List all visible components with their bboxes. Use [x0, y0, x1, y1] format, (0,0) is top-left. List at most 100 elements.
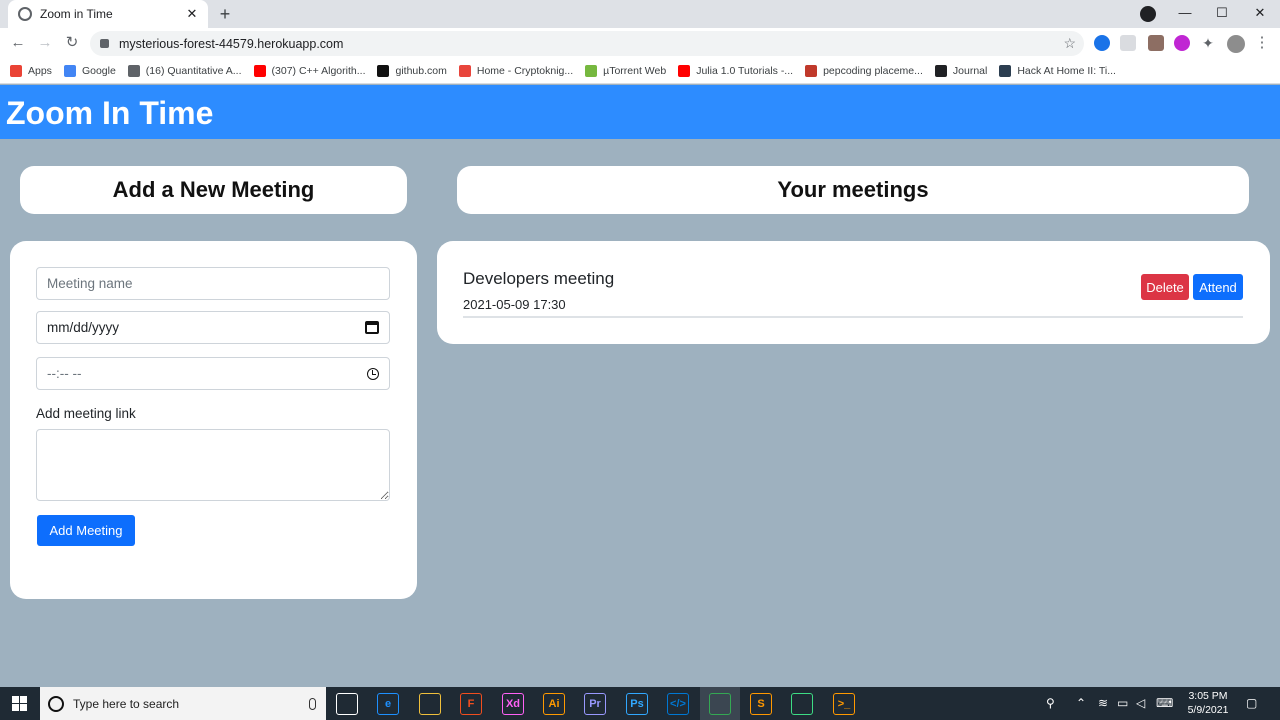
- illustrator-icon[interactable]: Ai: [543, 693, 565, 715]
- extension-icon[interactable]: [1094, 35, 1110, 51]
- premiere-icon[interactable]: Pr: [584, 693, 606, 715]
- bookmark-label: github.com: [395, 64, 447, 77]
- clock-date: 5/9/2021: [1187, 704, 1229, 716]
- bookmark-label: Home - Cryptoknig...: [476, 64, 574, 77]
- bookmark-icon: [678, 64, 691, 77]
- meeting-divider: [463, 316, 1243, 318]
- bookmark-item[interactable]: Google: [63, 64, 116, 77]
- extension-icon[interactable]: [1120, 35, 1136, 51]
- globe-icon: [18, 7, 32, 21]
- lock-icon: [100, 39, 109, 48]
- bookmark-label: Julia 1.0 Tutorials -...: [696, 64, 794, 77]
- bookmark-icon: [63, 64, 76, 77]
- add-meeting-button[interactable]: Add Meeting: [37, 515, 135, 546]
- extension-icon[interactable]: [1148, 35, 1164, 51]
- maximize-button[interactable]: ☐: [1203, 0, 1241, 28]
- chrome-icon[interactable]: [709, 693, 731, 715]
- bookmark-label: (16) Quantitative A...: [145, 64, 242, 77]
- meeting-time-field[interactable]: --:-- --: [36, 357, 390, 390]
- taskbar-search-text[interactable]: Type here to search: [73, 697, 309, 711]
- browser-tab-strip: Zoom in Time ✕ + — ☐ ✕: [0, 0, 1280, 28]
- clock-icon[interactable]: [367, 367, 379, 380]
- windows-start-icon[interactable]: [12, 696, 27, 711]
- reload-icon[interactable]: ↻: [62, 33, 82, 53]
- figma-icon[interactable]: F: [460, 693, 482, 715]
- delete-meeting-button[interactable]: Delete: [1141, 274, 1189, 300]
- task-view-icon[interactable]: [336, 693, 358, 715]
- battery-icon[interactable]: ▭: [1117, 696, 1128, 710]
- terminal-icon[interactable]: >_: [833, 693, 855, 715]
- puzzle-icon[interactable]: ✦: [1198, 33, 1218, 53]
- bookmark-item[interactable]: Julia 1.0 Tutorials -...: [678, 64, 794, 77]
- meeting-link-label: Add meeting link: [36, 406, 136, 421]
- attend-meeting-button[interactable]: Attend: [1193, 274, 1243, 300]
- meeting-time-value: --:-- --: [47, 366, 82, 381]
- bookmark-item[interactable]: (307) C++ Algorith...: [253, 64, 366, 77]
- extension-icon[interactable]: [1174, 35, 1190, 51]
- file-explorer-icon[interactable]: [419, 693, 441, 715]
- window-close-button[interactable]: ✕: [1241, 0, 1279, 28]
- adobe-xd-icon[interactable]: Xd: [502, 693, 524, 715]
- bookmark-icon: [377, 64, 390, 77]
- bookmark-star-icon[interactable]: ☆: [1063, 35, 1076, 52]
- meeting-datetime: 2021-05-09 17:30: [463, 297, 566, 312]
- browser-toolbar: ← → ↻ mysterious-forest-44579.herokuapp.…: [0, 28, 1280, 58]
- meeting-link-input[interactable]: [36, 429, 390, 501]
- meeting-name: Developers meeting: [463, 269, 615, 288]
- bookmark-icon: [999, 64, 1012, 77]
- microphone-icon[interactable]: [309, 697, 316, 710]
- meeting-date-value: mm/dd/yyyy: [47, 320, 120, 335]
- bookmark-label: Google: [81, 64, 116, 77]
- people-icon[interactable]: ⚲: [1046, 696, 1055, 710]
- bookmark-label: (307) C++ Algorith...: [271, 64, 366, 77]
- bookmark-item[interactable]: µTorrent Web: [585, 64, 667, 77]
- bookmark-item[interactable]: Apps: [10, 64, 52, 77]
- keyboard-icon[interactable]: ⌨: [1156, 696, 1173, 710]
- address-bar[interactable]: mysterious-forest-44579.herokuapp.com ☆: [90, 31, 1084, 56]
- bookmark-label: Hack At Home II: Ti...: [1017, 64, 1116, 77]
- taskbar-clock[interactable]: 3:05 PM 5/9/2021: [1180, 689, 1236, 717]
- meeting-name-field[interactable]: [36, 267, 390, 300]
- forward-arrow-icon[interactable]: →: [35, 33, 55, 53]
- edge-icon[interactable]: e: [377, 693, 399, 715]
- bookmark-icon: [253, 64, 266, 77]
- minimize-button[interactable]: —: [1166, 0, 1204, 28]
- back-arrow-icon[interactable]: ←: [8, 33, 28, 53]
- bookmark-icon: [127, 64, 140, 77]
- app-brand[interactable]: Zoom In Time: [6, 95, 213, 132]
- wifi-icon[interactable]: ≋: [1098, 696, 1108, 710]
- sublime-icon[interactable]: S: [750, 693, 772, 715]
- bookmark-item[interactable]: (16) Quantitative A...: [127, 64, 242, 77]
- meeting-name-input[interactable]: [47, 276, 379, 291]
- url-text[interactable]: mysterious-forest-44579.herokuapp.com: [119, 37, 1063, 51]
- bookmark-icon: [934, 64, 947, 77]
- add-meeting-form: mm/dd/yyyy --:-- -- Add meeting link Add…: [10, 241, 417, 599]
- menu-kebab-icon[interactable]: ⋮: [1252, 33, 1272, 53]
- tab-search-icon[interactable]: [1140, 6, 1156, 22]
- new-tab-button[interactable]: +: [214, 3, 236, 25]
- bookmark-label: µTorrent Web: [603, 64, 667, 77]
- calendar-icon[interactable]: [365, 321, 379, 334]
- bookmark-item[interactable]: Home - Cryptoknig...: [458, 64, 574, 77]
- chevron-up-icon[interactable]: ⌃: [1076, 696, 1086, 710]
- app-navbar: Zoom In Time: [0, 85, 1280, 139]
- bookmark-icon: [458, 64, 471, 77]
- bookmark-item[interactable]: Journal: [934, 64, 987, 77]
- photoshop-icon[interactable]: Ps: [626, 693, 648, 715]
- bookmark-item[interactable]: pepcoding placeme...: [805, 64, 923, 77]
- bookmark-item[interactable]: Hack At Home II: Ti...: [999, 64, 1116, 77]
- browser-tab[interactable]: Zoom in Time ✕: [8, 0, 208, 28]
- meeting-date-field[interactable]: mm/dd/yyyy: [36, 311, 390, 344]
- avatar[interactable]: [1227, 35, 1245, 53]
- notifications-icon[interactable]: ▢: [1246, 696, 1257, 710]
- cortana-icon: [48, 695, 64, 712]
- bookmark-item[interactable]: github.com: [377, 64, 447, 77]
- bookmark-icon: [10, 64, 22, 77]
- taskbar-search[interactable]: Type here to search: [40, 687, 326, 720]
- android-studio-icon[interactable]: [791, 693, 813, 715]
- tab-close-icon[interactable]: ✕: [184, 6, 200, 22]
- vscode-icon[interactable]: </>: [667, 693, 689, 715]
- meetings-header: Your meetings: [457, 166, 1249, 214]
- volume-icon[interactable]: ◁: [1136, 696, 1145, 710]
- windows-taskbar: Type here to search e F Xd Ai Pr Ps </> S >_ ⚲ ⌃…: [0, 687, 1280, 720]
